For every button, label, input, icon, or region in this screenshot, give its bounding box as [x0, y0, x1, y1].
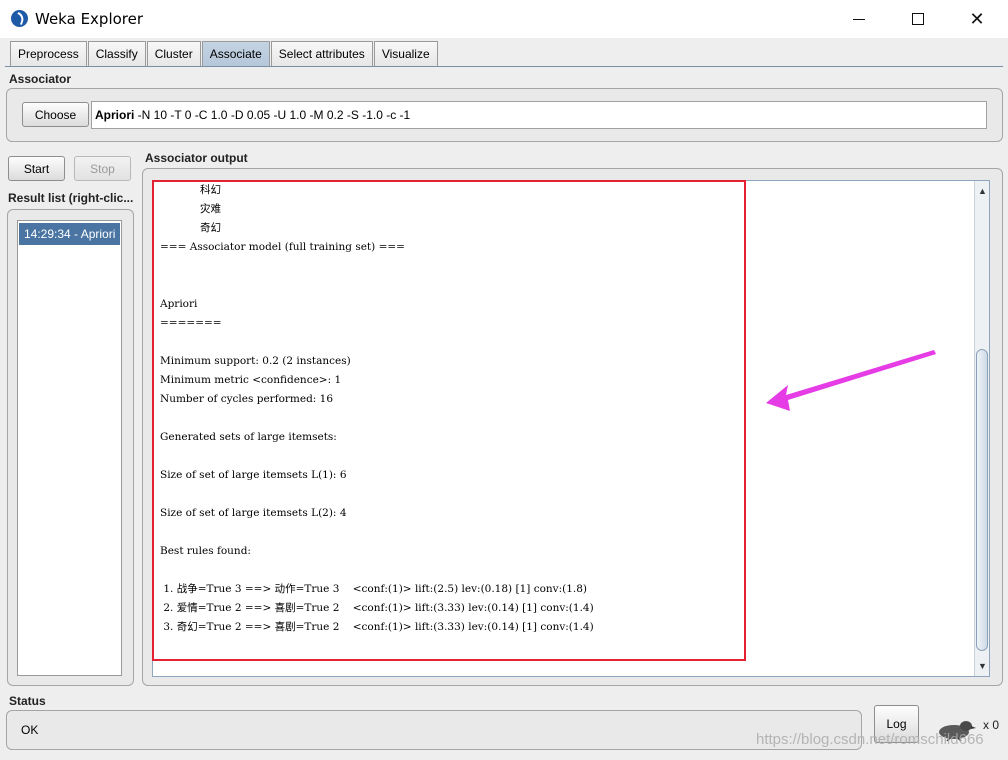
output-line: =======: [160, 317, 222, 329]
output-line: Minimum metric <confidence>: 1: [160, 374, 342, 386]
minimize-button[interactable]: [830, 0, 888, 38]
maximize-icon: [912, 13, 924, 25]
magenta-arrow-icon: [766, 350, 936, 411]
output-line: 奇幻: [160, 222, 222, 234]
associator-section-label: Associator: [9, 72, 72, 86]
task-count: x 0: [983, 718, 1000, 732]
tab-bar: Preprocess Classify Cluster Associate Se…: [10, 41, 439, 66]
associator-output-label: Associator output: [145, 151, 248, 165]
scroll-up-icon[interactable]: ▲: [975, 183, 990, 198]
output-line: Apriori: [160, 298, 198, 310]
start-button[interactable]: Start: [8, 156, 65, 181]
stop-button[interactable]: Stop: [74, 156, 131, 181]
output-scrollbar[interactable]: ▲ ▼: [974, 181, 989, 676]
choose-button[interactable]: Choose: [22, 102, 89, 127]
status-label: Status: [9, 694, 46, 708]
output-line: Size of set of large itemsets L(2): 4: [160, 507, 347, 519]
close-button[interactable]: ✕: [948, 0, 1006, 38]
tab-preprocess[interactable]: Preprocess: [10, 41, 87, 66]
tab-classify[interactable]: Classify: [87, 41, 146, 66]
maximize-button[interactable]: [889, 0, 947, 38]
minimize-icon: [853, 18, 865, 20]
window-title: Weka Explorer: [35, 10, 144, 28]
associator-config-field[interactable]: Apriori -N 10 -T 0 -C 1.0 -D 0.05 -U 1.0…: [91, 101, 987, 129]
tab-visualize[interactable]: Visualize: [373, 41, 438, 66]
tab-associate[interactable]: Associate: [201, 41, 270, 66]
title-bar: Weka Explorer ✕: [0, 0, 1008, 38]
output-line: Generated sets of large itemsets:: [160, 431, 337, 443]
algorithm-options: -N 10 -T 0 -C 1.0 -D 0.05 -U 1.0 -M 0.2 …: [134, 108, 411, 122]
tab-divider: [5, 66, 1003, 67]
output-line: 3. 奇幻=True 2 ==> 喜剧=True 2 <conf:(1)> li…: [160, 621, 594, 633]
output-line: Size of set of large itemsets L(1): 6: [160, 469, 347, 481]
associator-output-text-area[interactable]: 科幻 灾难 奇幻 === Associator model (full train…: [152, 180, 990, 677]
output-line: 1. 战争=True 3 ==> 动作=True 3 <conf:(1)> li…: [160, 583, 588, 595]
output-text: 科幻 灾难 奇幻 === Associator model (full train…: [160, 181, 594, 637]
output-line: === Associator model (full training set)…: [160, 241, 405, 253]
weka-logo-icon: [11, 10, 28, 27]
output-line: 科幻: [160, 184, 222, 196]
algorithm-name: Apriori: [95, 108, 135, 122]
result-list: 14:29:34 - Apriori: [17, 220, 122, 676]
result-list-item[interactable]: 14:29:34 - Apriori: [19, 223, 120, 245]
status-text: OK: [21, 723, 39, 737]
output-line: 灾难: [160, 203, 222, 215]
output-line: Minimum support: 0.2 (2 instances): [160, 355, 351, 367]
output-line: 2. 爱情=True 2 ==> 喜剧=True 2 <conf:(1)> li…: [160, 602, 594, 614]
watermark-text: https://blog.csdn.net/romschild666: [756, 731, 984, 748]
tab-select-attributes[interactable]: Select attributes: [270, 41, 373, 66]
scroll-down-icon[interactable]: ▼: [975, 658, 990, 673]
status-bar: OK: [6, 710, 862, 750]
tab-cluster[interactable]: Cluster: [146, 41, 201, 66]
scroll-thumb[interactable]: [976, 349, 988, 651]
result-list-label: Result list (right-clic...: [8, 191, 134, 205]
output-line: Number of cycles performed: 16: [160, 393, 334, 405]
output-line: Best rules found:: [160, 545, 251, 557]
close-icon: ✕: [969, 9, 985, 29]
